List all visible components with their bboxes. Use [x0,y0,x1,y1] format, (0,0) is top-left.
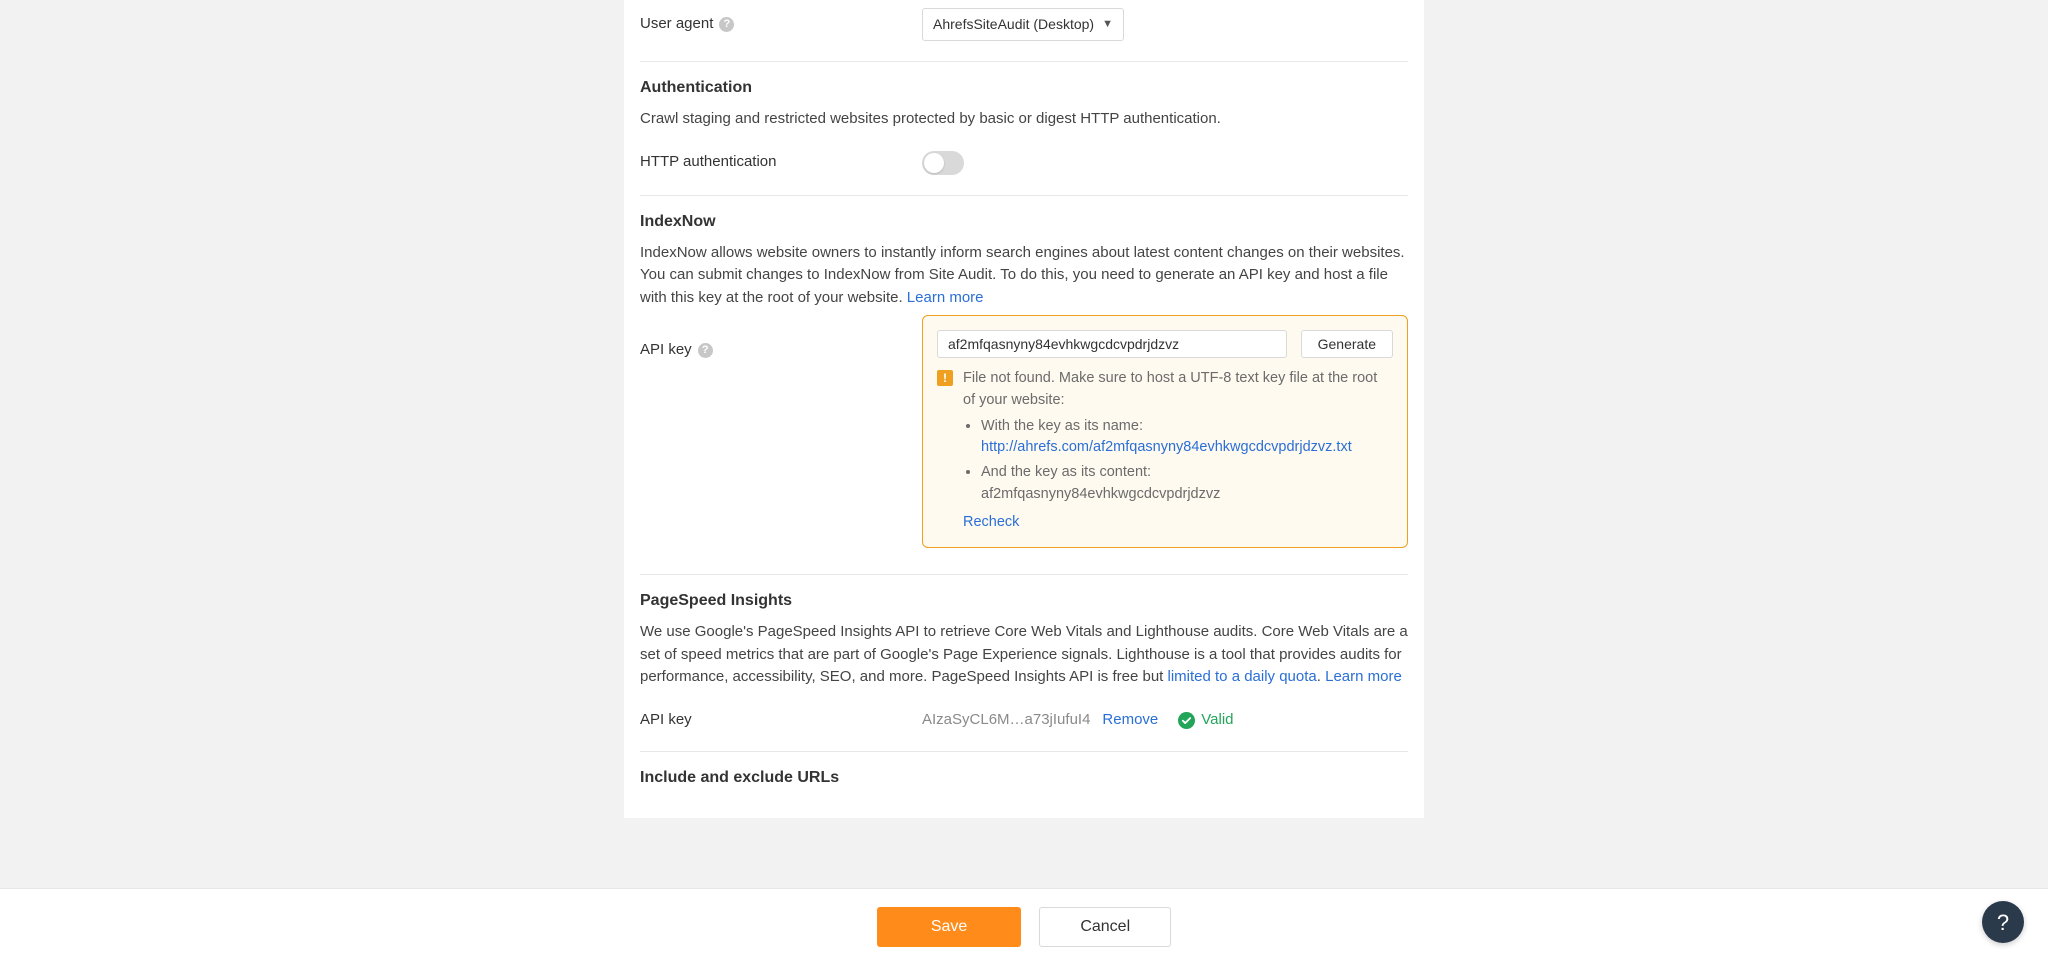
indexnow-warning-box: Generate ! File not found. Make sure to … [922,315,1408,548]
http-auth-label: HTTP authentication [640,151,776,174]
help-icon[interactable]: ? [698,343,713,358]
include-exclude-heading: Include and exclude URLs [640,766,1408,790]
help-bubble[interactable]: ? [1982,901,2024,943]
indexnow-api-label: API key [640,339,692,362]
footer-bar: Save Cancel [0,888,2048,965]
warning-icon: ! [937,370,953,386]
indexnow-error-text: File not found. Make sure to host a UTF-… [963,368,1393,533]
indexnow-heading: IndexNow [640,210,1408,234]
recheck-link[interactable]: Recheck [963,514,1019,530]
save-button[interactable]: Save [877,907,1021,947]
remove-link[interactable]: Remove [1102,709,1158,732]
indexnow-learn-more-link[interactable]: Learn more [907,289,984,306]
authentication-heading: Authentication [640,76,1408,100]
pagespeed-heading: PageSpeed Insights [640,589,1408,613]
divider [640,751,1408,752]
divider [640,61,1408,62]
indexnow-api-input[interactable] [937,330,1287,358]
user-agent-value: AhrefsSiteAudit (Desktop) [933,14,1094,35]
user-agent-label: User agent [640,13,713,36]
http-auth-toggle[interactable] [922,151,964,175]
user-agent-select[interactable]: AhrefsSiteAudit (Desktop) ▼ [922,8,1124,41]
pagespeed-api-label: API key [640,709,692,732]
generate-button[interactable]: Generate [1301,330,1393,358]
divider [640,195,1408,196]
toggle-knob [924,153,944,173]
divider [640,574,1408,575]
indexnow-desc: IndexNow allows website owners to instan… [640,242,1408,310]
chevron-down-icon: ▼ [1102,16,1113,33]
quota-link[interactable]: limited to a daily quota [1168,668,1317,685]
pagespeed-learn-more-link[interactable]: Learn more [1325,668,1402,685]
pagespeed-api-value: AIzaSyCL6M…a73jIufuI4 [922,709,1090,732]
pagespeed-desc: We use Google's PageSpeed Insights API t… [640,621,1408,689]
cancel-button[interactable]: Cancel [1039,907,1171,947]
valid-status: Valid [1178,709,1233,732]
check-icon [1178,712,1195,729]
authentication-desc: Crawl staging and restricted websites pr… [640,108,1408,131]
indexnow-key-file-link[interactable]: http://ahrefs.com/af2mfqasnyny84evhkwgcd… [981,439,1352,455]
help-icon[interactable]: ? [719,17,734,32]
